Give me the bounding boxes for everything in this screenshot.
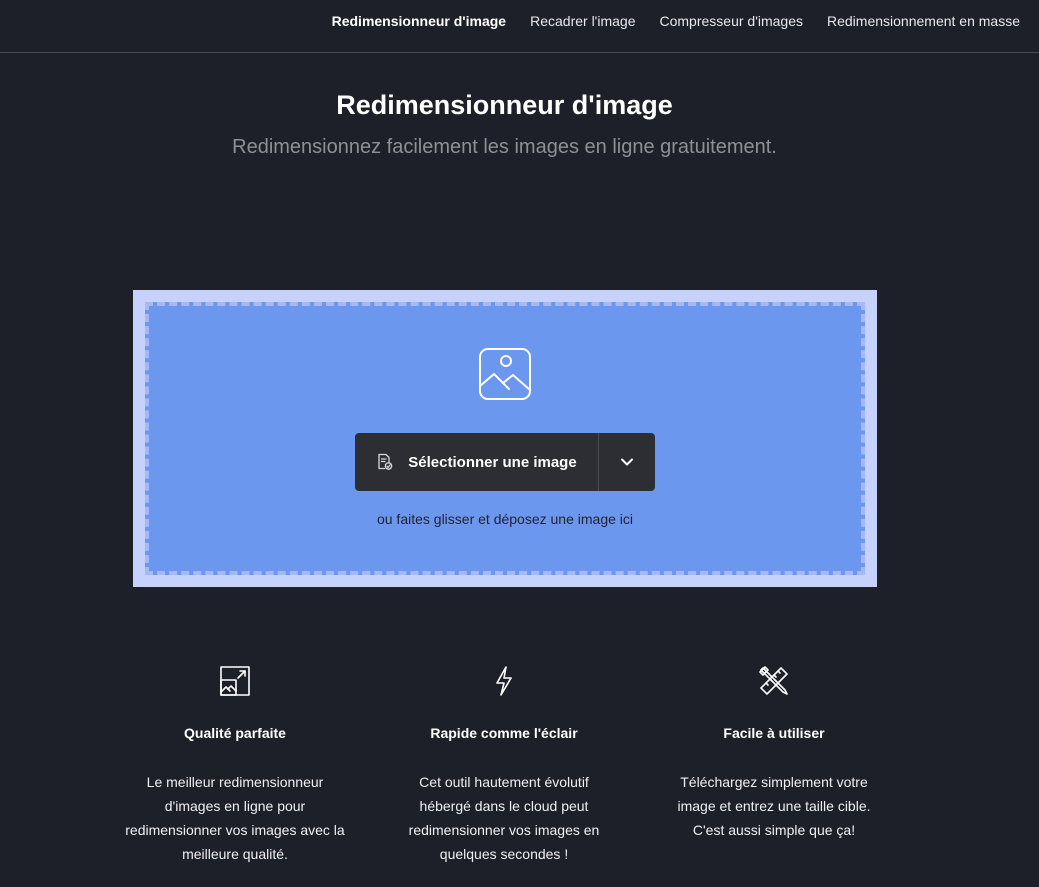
chevron-down-icon xyxy=(621,458,633,466)
file-image-icon xyxy=(378,453,393,470)
nav-item-image-resizer[interactable]: Redimensionneur d'image xyxy=(332,12,506,30)
upload-dropzone-inner[interactable]: Sélectionner une image ou faites glisser… xyxy=(145,302,865,575)
select-image-dropdown[interactable] xyxy=(599,433,655,491)
feature-title: Qualité parfaite xyxy=(184,725,286,741)
feature-title: Facile à utiliser xyxy=(723,725,825,741)
feature-quality: Qualité parfaite Le meilleur redimension… xyxy=(125,664,345,866)
feature-title: Rapide comme l'éclair xyxy=(430,725,578,741)
select-image-main[interactable]: Sélectionner une image xyxy=(355,433,599,491)
nav-item-image-compressor[interactable]: Compresseur d'images xyxy=(659,12,803,30)
feature-description: Cet outil hautement évolutif hébergé dan… xyxy=(408,774,600,862)
nav-item-bulk-resize[interactable]: Redimensionnement en masse xyxy=(827,12,1020,30)
pencil-ruler-icon xyxy=(759,666,788,695)
upload-dropzone[interactable]: Sélectionner une image ou faites glisser… xyxy=(133,290,877,587)
nav-links: Redimensionneur d'image Recadrer l'image… xyxy=(332,12,1020,30)
drop-hint: ou faites glisser et déposez une image i… xyxy=(376,511,634,527)
select-image-label: Sélectionner une image xyxy=(408,453,577,471)
resize-image-icon xyxy=(220,666,250,696)
top-nav: Redimensionneur d'image Recadrer l'image… xyxy=(0,0,1039,53)
page-title: Redimensionneur d'image xyxy=(336,90,673,120)
image-icon xyxy=(479,348,531,400)
feature-description: Téléchargez simplement votre image et en… xyxy=(677,774,871,838)
feature-ease: Facile à utiliser Téléchargez simplement… xyxy=(664,664,884,842)
lightning-icon xyxy=(496,666,512,696)
nav-item-crop-image[interactable]: Recadrer l'image xyxy=(530,12,635,30)
feature-description: Le meilleur redimensionneur d'images en … xyxy=(125,774,345,862)
page-subtitle: Redimensionnez facilement les images en … xyxy=(232,136,777,158)
select-image-button[interactable]: Sélectionner une image xyxy=(355,433,655,491)
feature-speed: Rapide comme l'éclair Cet outil hautemen… xyxy=(394,664,614,866)
